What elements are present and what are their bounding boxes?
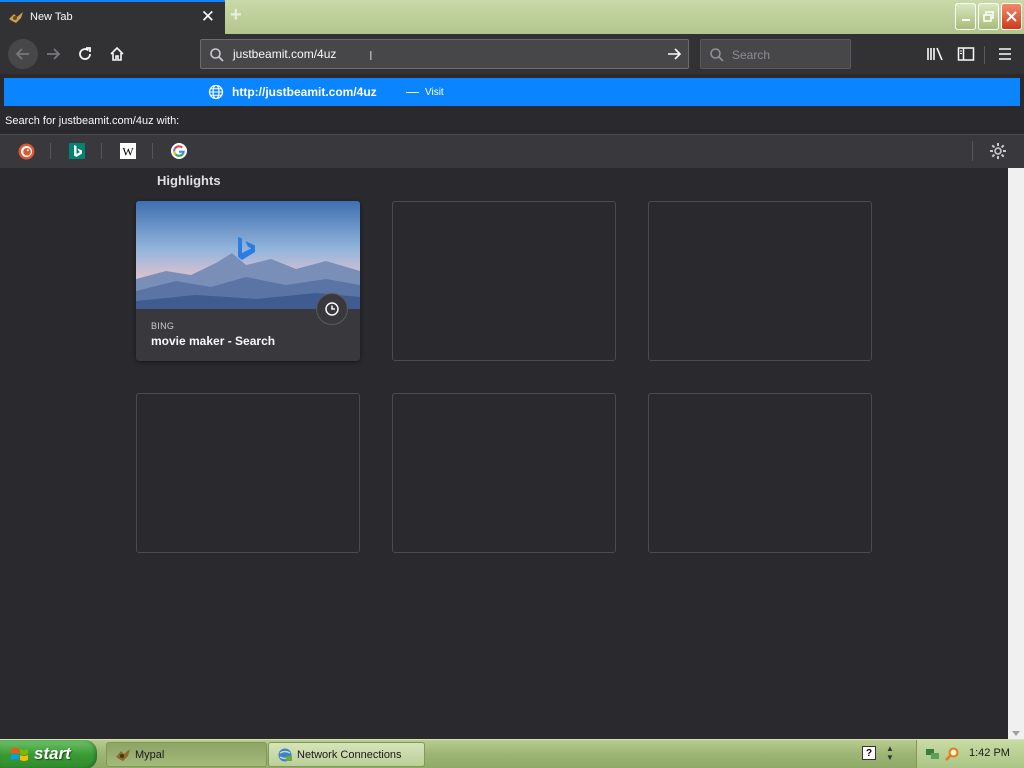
highlights-heading: Highlights [157, 173, 221, 188]
system-tray: 1:42 PM [916, 740, 1024, 768]
search-icon [210, 48, 224, 62]
tray-expand-icon[interactable]: ▲ ▼ [886, 744, 894, 762]
highlight-source: BING [151, 321, 175, 331]
search-placeholder: Search [732, 48, 771, 62]
bing-engine-button[interactable] [68, 142, 86, 160]
library-icon [927, 47, 943, 61]
autocomplete-result-action: Visit [425, 87, 444, 98]
start-button[interactable]: start [0, 740, 97, 768]
wikipedia-engine-button[interactable]: W [119, 142, 137, 160]
history-clock-badge [316, 293, 348, 325]
help-icon[interactable]: ? [862, 746, 876, 760]
reload-icon [79, 47, 91, 60]
mypal-favicon-icon [9, 12, 23, 23]
engine-separator [972, 141, 973, 161]
tab-strip: New Tab ✕ + [0, 0, 1024, 34]
tab-title: New Tab [30, 11, 73, 23]
url-input[interactable]: justbeamit.com/4uz [233, 47, 336, 61]
tab-close-icon[interactable]: ✕ [201, 8, 215, 25]
autocomplete-result-url: http://justbeamit.com/4uz [232, 85, 377, 99]
globe-icon [208, 84, 224, 100]
forward-arrow-icon [47, 48, 61, 60]
new-tab-content: Highlights BING movie maker - Search [0, 168, 1008, 739]
engine-separator [101, 143, 102, 159]
duckduckgo-icon [18, 143, 34, 159]
new-tab-button[interactable]: + [230, 5, 242, 25]
sidebar-button[interactable] [955, 43, 977, 65]
close-window-button[interactable] [1001, 3, 1022, 30]
back-button[interactable] [8, 39, 38, 69]
empty-highlight-slot [648, 393, 872, 553]
wikipedia-icon: W [120, 143, 136, 159]
tab-new-tab[interactable]: New Tab ✕ [0, 0, 225, 34]
one-off-search-engines: W [0, 134, 1024, 168]
restore-button[interactable] [978, 3, 999, 30]
taskbar-clock: 1:42 PM [969, 747, 1010, 759]
text-cursor-icon: I [369, 48, 373, 63]
forward-button[interactable] [42, 43, 64, 65]
svg-text:W: W [122, 145, 134, 159]
toolbar-separator [984, 46, 985, 64]
empty-highlight-slot [392, 201, 616, 361]
sidebar-icon [957, 47, 975, 61]
scroll-down-arrow-icon[interactable] [1012, 731, 1020, 736]
back-arrow-icon [15, 48, 29, 60]
hamburger-menu-icon [999, 48, 1011, 60]
menu-button[interactable] [994, 43, 1016, 65]
home-button[interactable] [106, 43, 128, 65]
search-icon [710, 48, 724, 62]
taskbar-button-label: Mypal [135, 749, 165, 761]
clock-icon [325, 302, 339, 316]
autocomplete-result-dash: — [406, 84, 419, 99]
google-icon [171, 143, 187, 159]
autocomplete-result-visit[interactable]: http://justbeamit.com/4uz — Visit [4, 78, 1020, 106]
vertical-scrollbar[interactable] [1008, 168, 1024, 739]
search-tray-icon[interactable] [944, 746, 960, 762]
go-arrow-icon[interactable] [666, 46, 682, 62]
start-label: start [34, 744, 71, 763]
close-icon [1006, 11, 1017, 22]
taskbar-button-mypal[interactable]: Mypal [106, 742, 267, 767]
reload-button[interactable] [74, 43, 96, 65]
duckduckgo-engine-button[interactable] [17, 142, 35, 160]
highlight-title: movie maker - Search [151, 334, 276, 348]
minimize-button[interactable] [955, 3, 976, 30]
empty-highlight-slot [392, 393, 616, 553]
mypal-icon [116, 749, 130, 761]
window-controls [955, 3, 1022, 30]
windows-flag-icon [11, 748, 28, 761]
network-connections-icon [278, 748, 292, 762]
home-icon [110, 46, 124, 61]
bing-icon [69, 143, 85, 159]
engine-separator [152, 143, 153, 159]
taskbar-button-label: Network Connections [297, 749, 402, 761]
google-engine-button[interactable] [170, 142, 188, 160]
taskbar-button-network-connections[interactable]: Network Connections [268, 742, 425, 767]
search-bar[interactable]: Search [700, 39, 851, 69]
empty-highlight-slot [136, 393, 360, 553]
network-tray-icon[interactable] [925, 746, 941, 762]
url-autocomplete-popup: http://justbeamit.com/4uz — Visit Search… [0, 74, 1024, 168]
url-bar[interactable]: justbeamit.com/4uz I [200, 39, 689, 69]
library-button[interactable] [924, 43, 946, 65]
taskbar: start Mypal Network Connections ? ▲ ▼ 1:4… [0, 739, 1024, 768]
navigation-toolbar: justbeamit.com/4uz I Search [0, 34, 1024, 74]
restore-icon [983, 11, 994, 22]
empty-highlight-slot [648, 201, 872, 361]
highlight-card[interactable]: BING movie maker - Search [136, 201, 360, 361]
engine-separator [50, 143, 51, 159]
gear-icon[interactable] [988, 141, 1008, 161]
minimize-icon [961, 18, 970, 21]
search-for-label: Search for justbeamit.com/4uz with: [5, 115, 180, 127]
screen: New Tab ✕ + justbeamit.com/4uz I Search … [0, 0, 1024, 768]
